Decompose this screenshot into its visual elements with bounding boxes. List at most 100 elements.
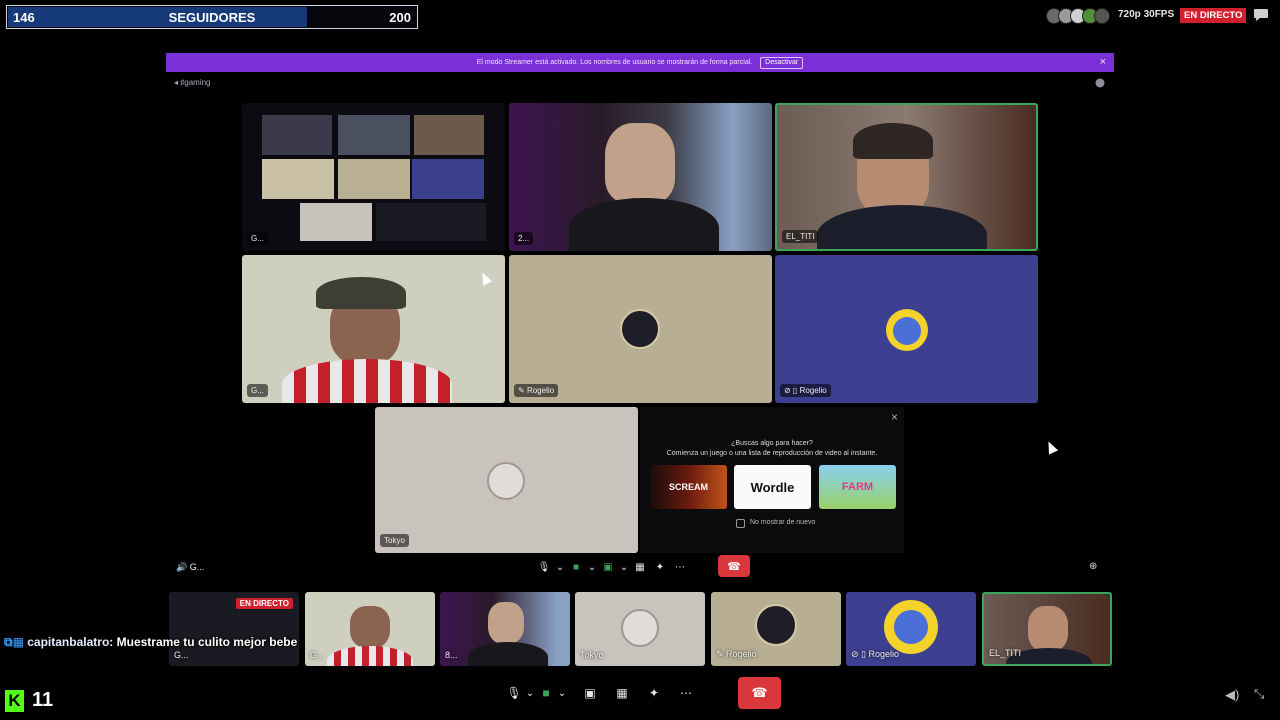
channel-name: ◂ ♯gaming: [174, 78, 211, 87]
microphone-icon[interactable]: 🎙: [504, 686, 524, 700]
activity-card-scream[interactable]: SCREAM: [650, 465, 727, 509]
video-tile-tokyo[interactable]: Tokyo: [375, 407, 638, 553]
participant-shirt: [327, 646, 413, 666]
participant-body: [468, 642, 548, 666]
participant-cap: [316, 277, 406, 309]
chevron-down-icon[interactable]: ⌄: [556, 688, 568, 699]
tile-label: 2...: [514, 232, 534, 245]
chevron-down-icon[interactable]: ⌄: [586, 562, 598, 573]
activity-card-wordle[interactable]: Wordle: [734, 465, 811, 509]
more-options-icon[interactable]: ⋯: [670, 562, 690, 573]
streamer-mode-text: El modo Streamer está activado. Los nomb…: [476, 59, 753, 66]
call-controls: 🎙 ⌄ ■ ⌄ ▣ ⌄ ▦ ✦ ⋯: [534, 558, 690, 576]
video-tile-el-titi[interactable]: EL_TITI: [775, 103, 1038, 251]
video-tile-g[interactable]: G...: [242, 255, 505, 403]
soundboard-icon[interactable]: ✦: [644, 686, 664, 700]
zoom-icon[interactable]: ⊕: [1089, 561, 1097, 572]
activity-heading: ¿Buscas algo para hacer?: [731, 440, 813, 447]
chat-icon[interactable]: [1095, 78, 1105, 88]
chevron-down-icon[interactable]: ⌄: [618, 562, 630, 573]
strip-label: G...: [174, 650, 189, 660]
strip-tile-5[interactable]: ✎ Rogelio: [711, 592, 841, 666]
tile-label: G...: [247, 384, 268, 397]
video-tile-user2[interactable]: 2...: [509, 103, 772, 251]
nested-tile: [412, 159, 484, 199]
avatar-inner: [893, 317, 921, 345]
badge-icon: ⧉▦: [4, 635, 24, 649]
viewer-avatars: [1046, 8, 1110, 24]
game-title: Wordle: [750, 479, 795, 495]
tile-label: ✎ Rogelio: [514, 384, 559, 397]
close-icon[interactable]: ×: [891, 410, 898, 424]
activities-icon[interactable]: ▦: [630, 562, 650, 573]
stream-resolution: 720p 30FPS: [1118, 9, 1175, 20]
camera-icon[interactable]: ■: [536, 686, 556, 700]
avatar-inner: [894, 610, 928, 644]
chat-text: : Muestrame tu culito mejor bebe: [109, 635, 298, 649]
participant-body: [569, 198, 719, 251]
strip-label: G...: [310, 650, 325, 660]
strip-tile-4[interactable]: Tokyo: [575, 592, 705, 666]
chat-message: ⧉▦ capitanbalatro: Muestrame tu culito m…: [4, 635, 297, 650]
activity-card-farm[interactable]: FARM: [819, 465, 896, 509]
chat-bubble-icon[interactable]: [1253, 8, 1269, 22]
viewer-count-value: 11: [32, 689, 54, 712]
participant-name: Rogelio: [799, 386, 827, 395]
live-badge: EN DIRECTO: [1180, 8, 1247, 23]
dont-show-checkbox[interactable]: [736, 519, 745, 528]
disconnect-button[interactable]: ☎: [718, 555, 750, 577]
bottom-call-controls: 🎙 ⌄ ■ ⌄ ▣ ▦ ✦ ⋯: [504, 683, 696, 703]
volume-icon[interactable]: ◀): [1225, 687, 1239, 703]
microphone-icon[interactable]: 🎙: [534, 562, 554, 573]
strip-tile-3[interactable]: 8...: [440, 592, 570, 666]
game-title: FARM: [841, 481, 874, 493]
disconnect-button[interactable]: ☎: [738, 677, 781, 709]
fullscreen-icon[interactable]: ⤡: [1254, 686, 1264, 702]
strip-label: 8...: [445, 650, 458, 660]
mute-icon: ✎: [716, 649, 727, 659]
activity-subheading: Comienza un juego o una lista de reprodu…: [666, 450, 878, 457]
chevron-down-icon[interactable]: ⌄: [524, 688, 536, 699]
tile-label: Tokyo: [380, 534, 409, 547]
game-title: SCREAM: [668, 482, 708, 492]
strip-tile-7[interactable]: EL_TITI: [982, 592, 1112, 666]
more-options-icon[interactable]: ⋯: [676, 686, 696, 700]
tile-label: ⊘ ▯ Rogelio: [780, 384, 831, 397]
screen-share-tile[interactable]: G...: [242, 103, 505, 251]
nested-tile: [338, 159, 410, 199]
avatar: [487, 462, 525, 500]
video-tile-rogelio-2[interactable]: ⊘ ▯ Rogelio: [775, 255, 1038, 403]
group-name: G...: [189, 562, 205, 572]
kick-logo-icon: K: [5, 689, 24, 712]
video-tile-rogelio-1[interactable]: ✎ Rogelio: [509, 255, 772, 403]
activities-icon[interactable]: ▦: [612, 686, 632, 700]
screen-share-icon[interactable]: ▣: [580, 686, 600, 700]
deactivate-streamer-button[interactable]: Desactivar: [760, 57, 804, 69]
follower-goal-bar: 146 SEGUIDORES 200: [6, 5, 418, 29]
mute-icon: ✎: [518, 386, 527, 395]
participant-face: [1028, 606, 1068, 652]
strip-tile-6[interactable]: ⊘ ▯ Rogelio: [846, 592, 976, 666]
camera-icon[interactable]: ■: [566, 562, 586, 573]
strip-tile-2[interactable]: G...: [305, 592, 435, 666]
avatar: [620, 309, 660, 349]
channel-label: gaming: [184, 78, 211, 87]
nested-tile: [300, 203, 372, 241]
strip-tile-1[interactable]: EN DIRECTO G...: [169, 592, 299, 666]
phone-hangup-icon: ☎: [727, 560, 741, 573]
dont-show-label: No mostrar de nuevo: [750, 519, 816, 526]
close-icon[interactable]: ×: [1100, 53, 1106, 72]
strip-label: EL_TITI: [989, 648, 1022, 658]
participant-shirt: [282, 359, 452, 403]
voice-group-label: 🔊 G...: [176, 562, 205, 572]
participant-name: Rogelio: [726, 649, 757, 659]
participant-name: Rogelio: [526, 386, 555, 395]
screen-share-icon[interactable]: ▣: [598, 562, 618, 573]
chevron-down-icon[interactable]: ⌄: [554, 562, 566, 573]
nested-tile: [376, 203, 486, 241]
phone-hangup-icon: ☎: [751, 685, 768, 700]
activity-suggestions-panel: × ¿Buscas algo para hacer? Comienza un j…: [640, 407, 904, 553]
participant-face: [605, 123, 675, 203]
soundboard-icon[interactable]: ✦: [650, 562, 670, 573]
participant-body: [817, 205, 987, 249]
